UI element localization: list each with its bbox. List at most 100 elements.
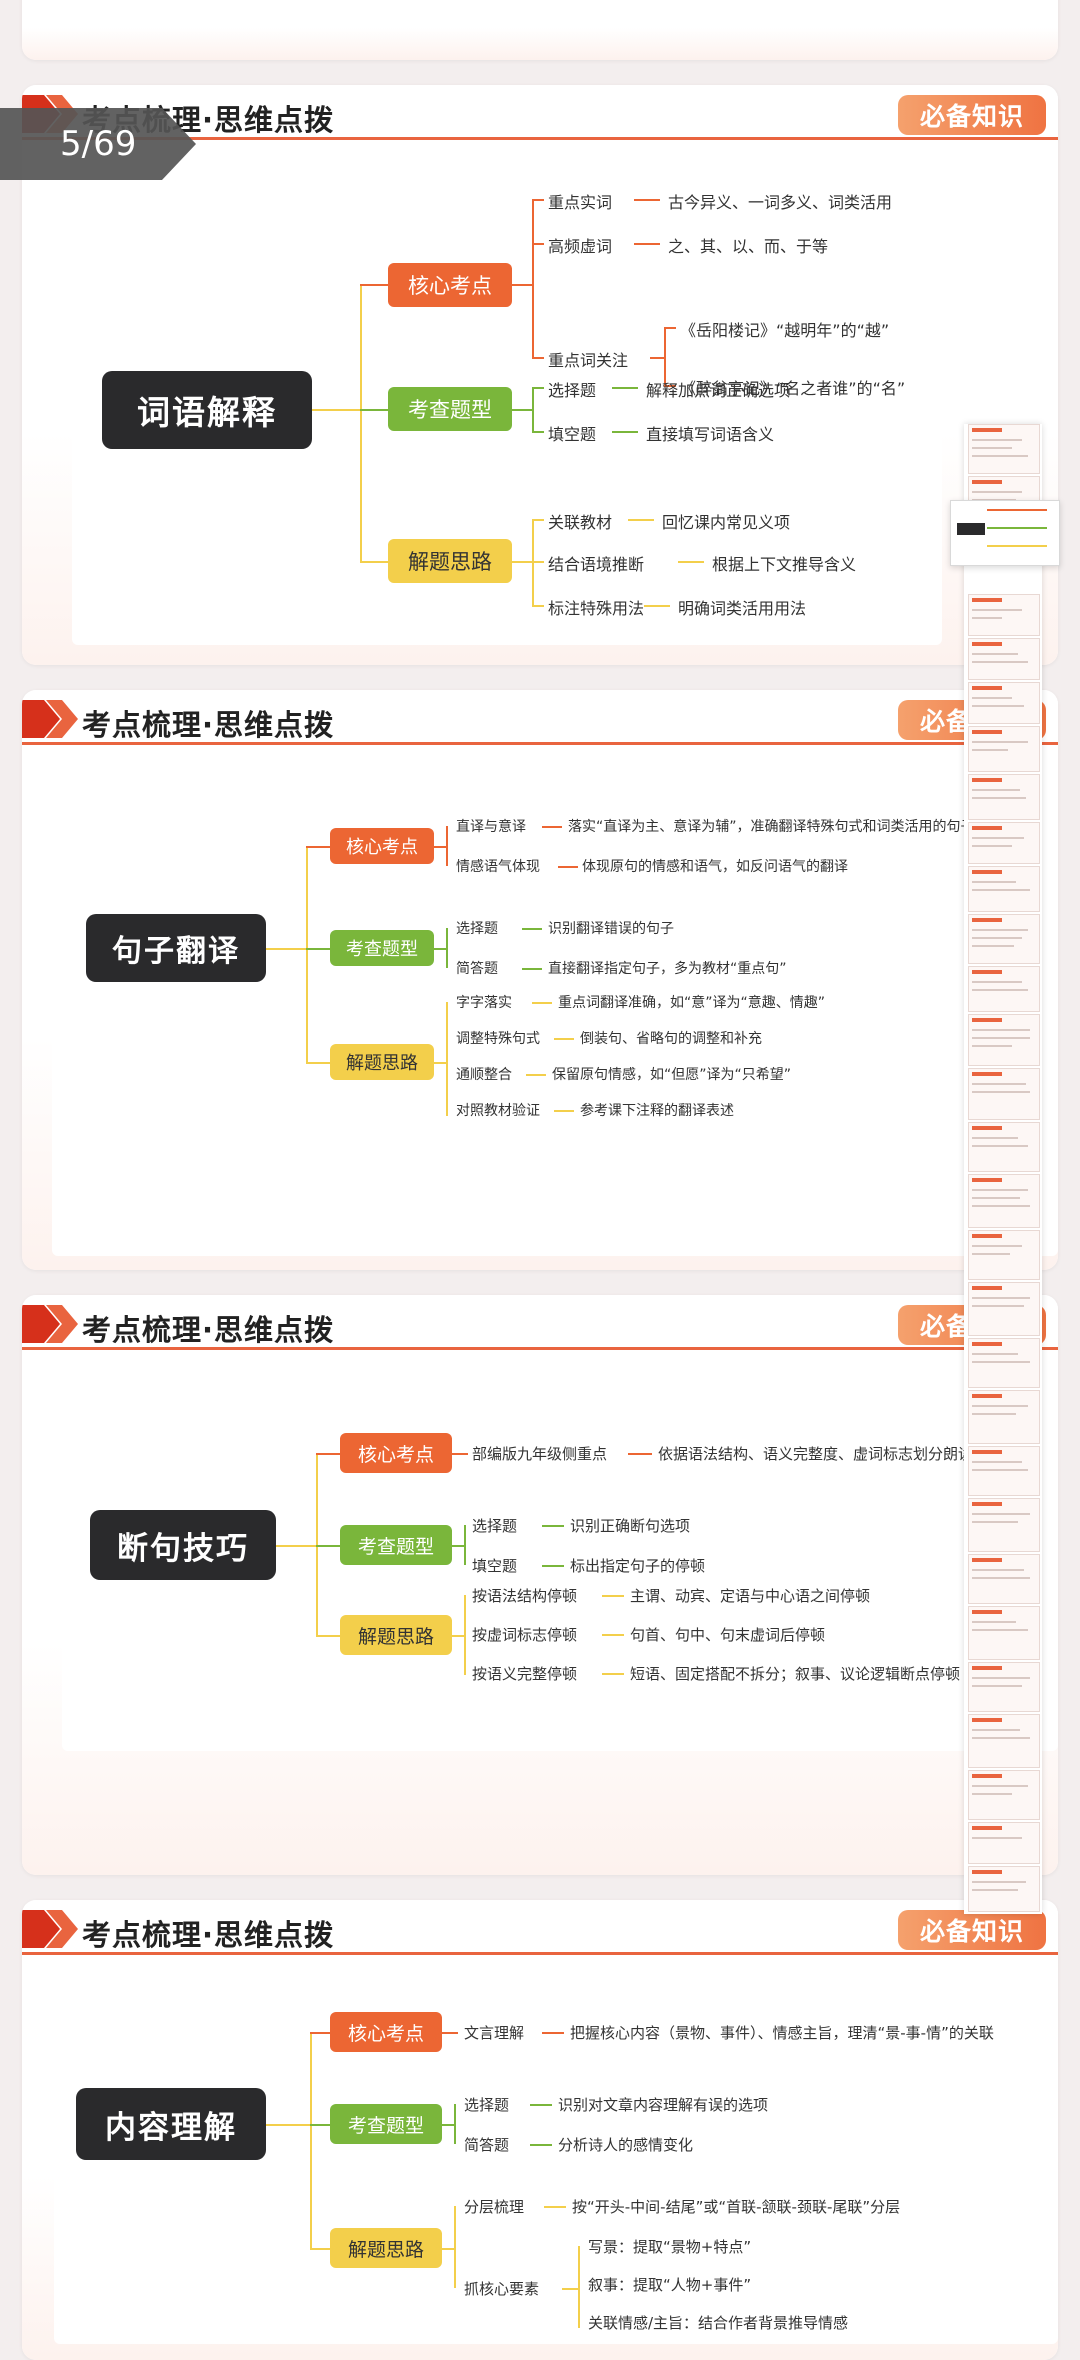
leaf-label: 对照教材验证 <box>456 1103 540 1119</box>
thumbnail[interactable] <box>968 1390 1040 1444</box>
thumbnail[interactable] <box>968 1014 1040 1066</box>
connector <box>532 387 534 433</box>
leaf-detail: 《岳阳楼记》“越明年”的“越” <box>680 321 890 340</box>
connector <box>532 1002 552 1004</box>
mindmap-root: 断句技巧 <box>90 1510 276 1580</box>
connector <box>532 605 544 607</box>
leaf-label: 字字落实 <box>456 995 512 1011</box>
thumbnail[interactable] <box>968 1662 1040 1712</box>
connector <box>446 1002 448 1116</box>
thumbnail[interactable] <box>968 914 1040 964</box>
connector <box>554 1038 574 1040</box>
thumbnail[interactable] <box>968 424 1040 474</box>
thumbnail[interactable] <box>968 1230 1040 1280</box>
connector <box>532 431 544 433</box>
leaf-detail: 倒装句、省略句的调整和补充 <box>580 1031 762 1047</box>
thumbnail[interactable] <box>968 1554 1040 1604</box>
header-divider <box>22 1952 1058 1955</box>
thumbnail[interactable] <box>968 1714 1040 1768</box>
thumbnail[interactable] <box>968 1446 1040 1496</box>
slide-title: 考点梳理·思维点拨 <box>82 708 335 742</box>
leaf-label: 文言理解 <box>464 2024 525 2042</box>
connector <box>542 1565 564 1567</box>
thumbnail[interactable] <box>968 1068 1040 1120</box>
leaf-label: 关联教材 <box>548 513 613 532</box>
thumbnail[interactable] <box>968 1338 1040 1388</box>
connector <box>644 605 670 607</box>
connector <box>532 357 544 359</box>
leaf-detail: 直接翻译指定句子，多为教材“重点句” <box>548 961 787 977</box>
leaf-detail: 落实“直译为主、意译为辅”，准确翻译特殊句式和词类活用的句子 <box>568 819 975 835</box>
connector <box>310 2124 330 2126</box>
leaf-detail: 识别翻译错误的句子 <box>548 921 674 937</box>
connector <box>276 1545 316 1547</box>
connector <box>360 561 388 563</box>
thumbnail[interactable] <box>968 1282 1040 1336</box>
connector <box>558 866 578 868</box>
page-counter-text: 5/69 <box>60 124 137 164</box>
leaf-detail: 分析诗人的感情变化 <box>558 2136 694 2154</box>
connector <box>532 199 534 359</box>
thumbnail[interactable] <box>968 638 1040 680</box>
slide-sentence-translation[interactable]: 考点梳理·思维点拨 必备知识 句子翻译 核心考点 考查题型 解题思路 直译与意译… <box>22 690 1058 1270</box>
leaf-label: 抓核心要素 <box>464 2280 540 2298</box>
leaf-detail: 主谓、动宾、定语与中心语之间停顿 <box>630 1587 871 1605</box>
required-knowledge-badge: 必备知识 <box>898 95 1046 135</box>
thumbnail[interactable] <box>968 1770 1040 1820</box>
leaf-label: 简答题 <box>464 2136 510 2154</box>
slide-previous[interactable] <box>22 0 1058 60</box>
leaf-detail: 解释加点词正确选项 <box>646 381 791 400</box>
leaf-label: 按虚词标志停顿 <box>472 1626 578 1644</box>
connector <box>532 519 534 607</box>
leaf-detail: 识别正确断句选项 <box>570 1517 691 1535</box>
leaf-detail: 标出指定句子的停顿 <box>570 1557 706 1575</box>
leaf-detail: 按“开头-中间-结尾”或“首联-颔联-颈联-尾联”分层 <box>572 2198 901 2216</box>
connector <box>434 1062 446 1064</box>
connector <box>316 1453 318 1635</box>
thumbnail[interactable] <box>968 1498 1040 1552</box>
leaf-label: 通顺整合 <box>456 1067 512 1083</box>
leaf-detail: 重点词翻译准确，如“意”译为“意趣、情趣” <box>558 995 826 1011</box>
slide-sentence-break[interactable]: 考点梳理·思维点拨 必备知识 断句技巧 核心考点 考查题型 解题思路 部编版九年… <box>22 1295 1058 1875</box>
connector <box>522 968 542 970</box>
thumbnail[interactable] <box>968 1606 1040 1660</box>
leaf-label: 分层梳理 <box>464 2198 525 2216</box>
connector <box>532 243 544 245</box>
slide-content-comprehension[interactable]: 考点梳理·思维点拨 必备知识 内容理解 核心考点 考查题型 解题思路 文言理解 … <box>22 1900 1058 2360</box>
thumbnail[interactable] <box>968 822 1040 864</box>
connector <box>664 327 676 329</box>
connector <box>634 243 660 245</box>
thumbnail[interactable] <box>968 1866 1040 1912</box>
connector <box>512 284 532 286</box>
leaf-detail: 关联情感/主旨：结合作者背景推导情感 <box>588 2314 849 2332</box>
thumbnail[interactable] <box>968 1822 1040 1864</box>
connector <box>512 561 532 563</box>
header-divider <box>22 742 1058 745</box>
thumbnail-preview-popup <box>950 500 1060 566</box>
required-knowledge-badge: 必备知识 <box>898 1910 1046 1950</box>
thumbnail[interactable] <box>968 682 1040 724</box>
thumbnail-strip[interactable] <box>964 424 1042 1914</box>
leaf-label: 按语义完整停顿 <box>472 1665 578 1683</box>
connector <box>266 2124 310 2126</box>
thumbnail[interactable] <box>968 866 1040 912</box>
connector <box>454 2206 456 2288</box>
mindmap-card: 内容理解 核心考点 考查题型 解题思路 文言理解 把握核心内容（景物、事件）、情… <box>54 1984 1058 2344</box>
thumbnail[interactable] <box>968 594 1040 636</box>
leaf-detail: 体现原句的情感和语气，如反问语气的翻译 <box>582 859 848 875</box>
connector <box>360 409 388 411</box>
branch-question-types: 考查题型 <box>330 2104 442 2144</box>
leaf-detail: 识别对文章内容理解有误的选项 <box>558 2096 769 2114</box>
connector <box>532 519 544 521</box>
thumbnail[interactable] <box>968 1122 1040 1172</box>
connector <box>532 199 544 201</box>
connector <box>360 284 388 286</box>
leaf-detail: 保留原句情感，如“但愿”译为“只希望” <box>552 1067 792 1083</box>
connector <box>612 431 638 433</box>
thumbnail[interactable] <box>968 966 1040 1012</box>
thumbnail[interactable] <box>968 774 1040 820</box>
thumbnail[interactable] <box>968 1174 1040 1228</box>
slide-header: 考点梳理·思维点拨 必备知识 <box>22 1900 1058 1956</box>
connector <box>526 1074 546 1076</box>
thumbnail[interactable] <box>968 726 1040 772</box>
